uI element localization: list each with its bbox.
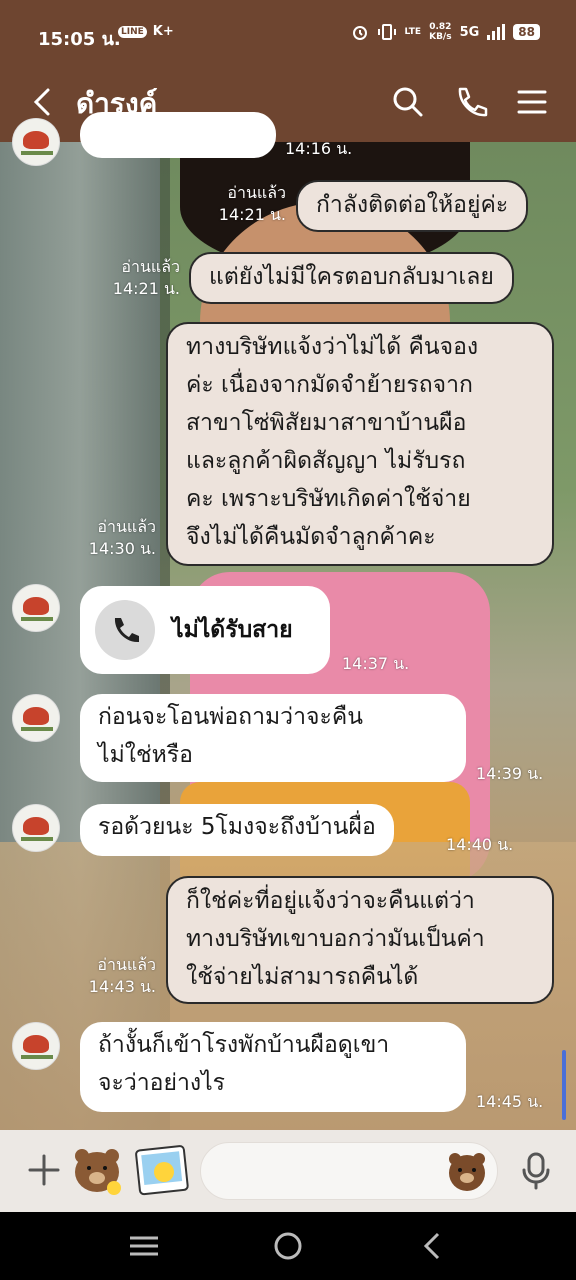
notification-icons: LINE K+ — [118, 24, 174, 39]
line-app-icon: LINE — [118, 25, 147, 38]
home-icon[interactable] — [266, 1226, 310, 1266]
net-speed: 0.82 KB/s — [429, 22, 452, 42]
incoming-message-bubble[interactable]: รอด้วยนะ 5โมงจะถึงบ้านผื่อ — [80, 804, 394, 856]
message-text: กำลังติดต่อให้อยู่ค่ะ — [316, 192, 509, 218]
read-receipt: อ่านแล้ว 14:30 น. — [88, 517, 156, 558]
read-receipt: อ่านแล้ว 14:43 น. — [88, 955, 156, 996]
message-text: รอด้วยนะ 5โมงจะถึงบ้านผื่อ — [98, 814, 376, 840]
outgoing-message-bubble[interactable]: ทางบริษัทแจ้งว่าไม่ได้ คืนจอง ค่ะ เนื่อง… — [166, 322, 554, 566]
alarm-icon — [352, 26, 367, 40]
volte-label: LTE — [404, 27, 422, 37]
battery-icon: 88 — [513, 24, 540, 40]
incoming-message-bubble[interactable] — [80, 112, 276, 158]
microphone-icon[interactable] — [512, 1146, 560, 1194]
back-button[interactable] — [22, 80, 66, 124]
message-line: สาขาโซ่พิสัยมาสาขาบ้านผือ — [186, 410, 467, 436]
contact-avatar[interactable] — [12, 584, 60, 632]
message-line: จึงไม่ได้คืนมัดจำลูกค้าคะ — [186, 524, 436, 550]
outgoing-message-bubble[interactable]: กำลังติดต่อให้อยู่ค่ะ — [296, 180, 529, 232]
message-line: ถ้างั้นก็เข้าโรงพักบ้านผือดูเขา — [98, 1032, 390, 1058]
android-nav-bar — [0, 1212, 576, 1280]
contact-avatar[interactable] — [12, 694, 60, 742]
chat-scrollbar[interactable] — [562, 1050, 566, 1120]
outgoing-message-bubble[interactable]: แต่ยังไม่มีใครตอบกลับมาเลย — [189, 252, 514, 304]
missed-call-card[interactable]: ไม่ได้รับสาย — [80, 586, 330, 674]
message-line: ทางบริษัทแจ้งว่าไม่ได้ คืนจอง — [186, 334, 479, 360]
message-line: จะว่าอย่างไร — [98, 1070, 226, 1096]
bear-emoji-icon[interactable] — [444, 1148, 490, 1194]
message-time: 14:37 น. — [342, 654, 410, 673]
message-line: ทางบริษัทเขาบอกว่ามันเป็นค่า — [186, 926, 485, 952]
search-icon[interactable] — [386, 80, 430, 124]
message-time: 14:45 น. — [476, 1092, 544, 1111]
back-triangle-icon[interactable] — [410, 1226, 454, 1266]
message-line: คะ เพราะบริษัทเกิดค่าใช้จ่าย — [186, 486, 471, 512]
incoming-message-bubble[interactable]: ถ้างั้นก็เข้าโรงพักบ้านผือดูเขา จะว่าอย่… — [80, 1022, 466, 1112]
contact-avatar[interactable] — [12, 804, 60, 852]
message-time: 14:39 น. — [476, 764, 544, 783]
contact-avatar[interactable] — [12, 1022, 60, 1070]
outgoing-message-bubble[interactable]: ก็ใช่ค่ะที่อยู่แจ้งว่าจะคืนแต่ว่า ทางบริ… — [166, 876, 554, 1004]
message-line: ใช้จ่ายไม่สามารถคืนได้ — [186, 964, 419, 990]
phone-icon — [95, 600, 155, 660]
contact-avatar[interactable] — [12, 118, 60, 166]
vibrate-icon — [377, 24, 396, 40]
kplus-app-icon: K+ — [152, 24, 174, 39]
photo-sticker-icon[interactable] — [134, 1142, 192, 1200]
message-time: 14:40 น. — [446, 835, 514, 854]
message-text: แต่ยังไม่มีใครตอบกลับมาเลย — [209, 264, 494, 290]
read-receipt: อ่านแล้ว 14:21 น. — [218, 183, 286, 224]
status-right: LTE 0.82 KB/s 5G 88 — [351, 22, 540, 42]
message-line: ก็ใช่ค่ะที่อยู่แจ้งว่าจะคืนแต่ว่า — [186, 888, 475, 914]
bear-sticker-icon[interactable] — [68, 1142, 126, 1200]
message-line: ค่ะ เนื่องจากมัดจำย้ายรถจาก — [186, 372, 473, 398]
plus-icon[interactable] — [22, 1148, 66, 1192]
phone-icon[interactable] — [448, 80, 492, 124]
message-line: ไม่ใช่หรือ — [98, 742, 193, 768]
network-type: 5G — [459, 24, 480, 40]
read-receipt: อ่านแล้ว 14:21 น. — [112, 257, 180, 298]
status-time: 15:05 น. — [38, 29, 121, 50]
message-time: 14:16 น. — [285, 139, 353, 158]
message-line: ก่อนจะโอนพ่อถามว่าจะคืน — [98, 704, 363, 730]
recents-icon[interactable] — [122, 1226, 166, 1266]
missed-call-label: ไม่ได้รับสาย — [172, 617, 293, 643]
incoming-message-bubble[interactable]: ก่อนจะโอนพ่อถามว่าจะคืน ไม่ใช่หรือ — [80, 694, 466, 782]
message-input-bar — [0, 1130, 576, 1212]
menu-icon[interactable] — [510, 80, 554, 124]
signal-icon — [487, 24, 506, 40]
status-bar: 15:05 น. LINE K+ LTE 0.82 KB/s 5G 88 — [0, 0, 576, 66]
message-line: และลูกค้าผิดสัญญา ไม่รับรถ — [186, 448, 466, 474]
